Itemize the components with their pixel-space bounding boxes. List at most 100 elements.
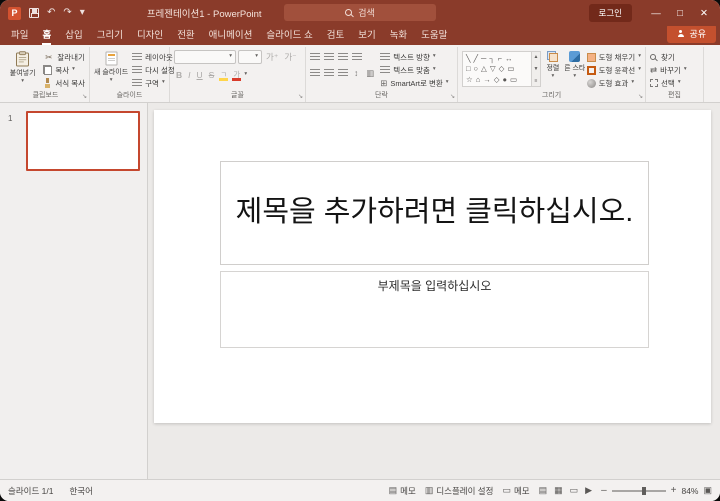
slide-sorter-view-icon[interactable]: ▦ [554,485,563,496]
font-name-caret-icon: ▾ [229,53,232,60]
font-dialog-launcher-icon[interactable]: ↘ [298,94,303,100]
slideshow-view-icon[interactable]: ▶ [585,485,592,496]
tab-slideshow[interactable]: 슬라이드 쇼 [259,25,319,45]
display-settings-button[interactable]: ▥ 디스플레이 설정 [425,485,494,497]
tab-transitions[interactable]: 전환 [170,25,201,45]
columns-icon[interactable]: ▥ [364,69,376,78]
shape-effects-button[interactable]: 도형 효과 ▾ [586,77,641,89]
shape-fill-button[interactable]: 도형 채우기 ▾ [586,51,641,63]
share-button[interactable]: 공유 [667,24,716,43]
shape-outline-button[interactable]: 도형 윤곽선 ▾ [586,64,641,76]
tab-draw[interactable]: 그리기 [90,25,130,45]
align-right-icon[interactable] [338,69,348,77]
cut-button[interactable]: ✂ 잘라내기 [43,51,85,63]
italic-button[interactable]: I [186,71,192,80]
tab-review[interactable]: 검토 [320,25,351,45]
minimize-button[interactable]: — [644,0,668,26]
reset-icon [132,66,143,74]
select-button[interactable]: 선택 ▾ [650,77,687,89]
font-color-button[interactable]: 가 [231,70,242,81]
ribbon: 붙여넣기 ▾ ✂ 잘라내기 복사 ▾ 서식 복사 클립보드 ↘ 새 슬라이드 ▾… [0,45,720,103]
numbering-icon[interactable] [324,53,334,61]
customize-qat-caret-icon[interactable]: ▾ [80,8,85,18]
smartart-caret-icon: ▾ [445,79,449,86]
window-title: 프레젠테이션1 - PowerPoint [146,9,262,20]
slide-thumbnail[interactable] [26,111,140,171]
format-painter-button[interactable]: 서식 복사 [43,77,85,89]
underline-button[interactable]: U [195,71,205,80]
drawing-dialog-launcher-icon[interactable]: ↘ [638,94,643,100]
tab-help[interactable]: 도움말 [414,25,454,45]
shape-effects-label: 도형 효과 [598,78,629,88]
replace-label: 바꾸기 [660,65,681,75]
search-icon [345,9,353,16]
convert-to-smartart-button[interactable]: ⊞ SmartArt로 변환 ▾ [380,77,448,89]
paragraph-dialog-launcher-icon[interactable]: ↘ [450,94,455,100]
language-button[interactable]: 한국어 [69,485,92,497]
replace-button[interactable]: ⇄ 바꾸기 ▾ [650,64,687,76]
zoom-slider[interactable] [611,486,666,495]
title-placeholder[interactable]: 제목을 추가하려면 클릭하십시오. [220,161,649,265]
align-left-icon[interactable] [310,69,320,77]
notes-label: 메모 [400,485,416,496]
save-icon[interactable] [29,8,39,18]
shrink-font-button[interactable]: 가⁻ [282,53,298,62]
gallery-down-icon[interactable]: ▼ [534,66,539,72]
undo-icon[interactable]: ↶ [47,8,55,18]
comments-button[interactable]: ▭ 메모 [502,485,529,497]
slide[interactable]: 제목을 추가하려면 클릭하십시오. 부제목을 입력하십시오 [154,110,711,423]
increase-indent-icon[interactable] [352,53,362,61]
copy-button[interactable]: 복사 ▾ [43,64,85,76]
grow-font-button[interactable]: 가⁺ [264,53,280,62]
copy-icon [43,65,53,75]
find-button[interactable]: 찾기 [650,51,687,63]
zoom-out-button[interactable]: – [601,485,607,496]
align-text-button[interactable]: 텍스트 맞춤 ▾ [380,64,448,76]
tab-record[interactable]: 녹화 [383,25,414,45]
select-label: 선택 [661,78,675,88]
arrange-button[interactable]: 정렬 ▾ [543,49,563,89]
clipboard-dialog-launcher-icon[interactable]: ↘ [82,94,87,100]
shapes-gallery-scroll[interactable]: ▲ ▼ ≡ [532,51,541,87]
quick-styles-button[interactable]: 빠른 스타일 ▾ [565,49,585,89]
text-direction-button[interactable]: 텍스트 방향 ▾ [380,51,448,63]
text-direction-icon [380,53,391,61]
shapes-gallery[interactable]: ╲╱─┐⌐↔ □○△▽◇▭ ☆⌂→◇●▭ [462,51,532,87]
new-slide-button[interactable]: 새 슬라이드 ▾ [94,49,128,89]
paste-button[interactable]: 붙여넣기 ▾ [6,49,39,89]
fit-to-window-icon[interactable]: ▣ [703,486,712,495]
gallery-more-icon[interactable]: ≡ [535,78,538,84]
font-color-caret-icon[interactable]: ▾ [244,72,247,78]
font-size-combobox[interactable]: ▾ [238,50,262,64]
login-button[interactable]: 로그인 [588,4,632,22]
reading-view-icon[interactable]: ▭ [570,485,579,496]
font-name-combobox[interactable]: ▾ [174,50,236,64]
subtitle-placeholder[interactable]: 부제목을 입력하십시오 [220,271,649,348]
align-center-icon[interactable] [324,69,334,77]
tab-view[interactable]: 보기 [351,25,382,45]
new-slide-caret-icon: ▾ [109,77,113,83]
bold-button[interactable]: B [174,71,184,80]
zoom-level[interactable]: 84% [681,486,698,496]
strikethrough-button[interactable]: S [207,71,217,80]
text-highlight-color-button[interactable]: ㄱ [218,70,229,81]
normal-view-icon[interactable]: ▤ [539,485,548,496]
zoom-in-button[interactable]: + [671,485,677,496]
tab-insert[interactable]: 삽입 [58,25,89,45]
bullets-icon[interactable] [310,53,320,61]
line-spacing-icon[interactable]: ↕ [352,69,360,78]
search-box[interactable]: 검색 [284,4,436,21]
tab-animations[interactable]: 애니메이션 [202,25,260,45]
maximize-button[interactable]: □ [668,0,692,26]
close-button[interactable]: ✕ [692,0,716,26]
decrease-indent-icon[interactable] [338,53,348,61]
notes-button[interactable]: ▤ 메모 [389,485,416,497]
zoom-slider-thumb[interactable] [641,486,646,495]
gallery-up-icon[interactable]: ▲ [534,54,539,60]
redo-icon[interactable]: ↷ [63,8,71,18]
select-icon [650,79,658,87]
tab-file[interactable]: 파일 [4,25,35,45]
section-caret-icon: ▾ [161,79,165,86]
tab-home[interactable]: 홈 [35,25,58,45]
tab-design[interactable]: 디자인 [130,25,170,45]
